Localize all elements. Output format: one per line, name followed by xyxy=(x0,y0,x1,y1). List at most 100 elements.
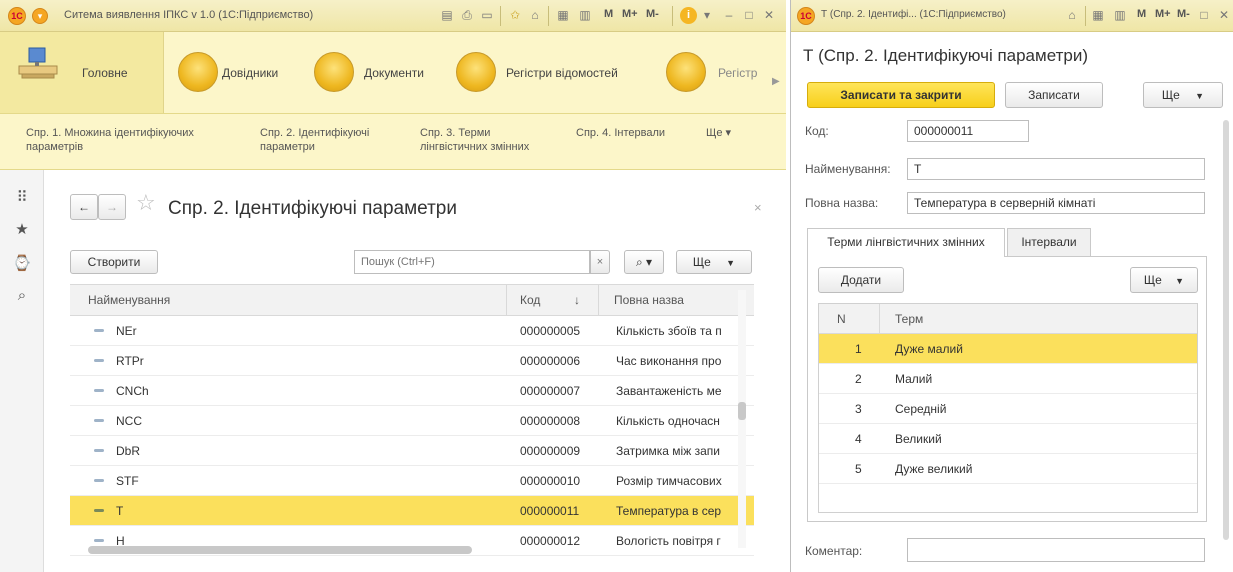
subnav-more-button[interactable]: Ще ▾ xyxy=(706,126,731,140)
column-header-name[interactable]: Найменування xyxy=(88,285,170,315)
terms-tab-panel: Додати Ще ▼ N Терм 1 Дуже малий 2 Малий … xyxy=(807,256,1207,522)
name-field[interactable]: T xyxy=(907,158,1205,180)
minimize-icon[interactable]: – xyxy=(720,6,738,24)
item-more-button[interactable]: Ще ▼ xyxy=(1143,82,1223,108)
search-options-button[interactable]: ⌕ ▾ xyxy=(624,250,664,274)
save-icon[interactable]: ▤ xyxy=(438,6,456,24)
subnav-item-terms[interactable]: Спр. 3. Терми лінгвістичних змінних xyxy=(420,126,529,154)
cell-full-name: Кількість одночасн xyxy=(616,414,720,428)
clear-search-button[interactable]: × xyxy=(590,250,610,274)
search-input[interactable] xyxy=(354,250,590,274)
cell-name: STF xyxy=(116,474,139,488)
cell-n: 1 xyxy=(855,342,862,356)
term-row[interactable]: 3 Середній xyxy=(819,394,1197,424)
subnav-item-identifying-sets[interactable]: Спр. 1. Множина ідентифікуючих параметрі… xyxy=(26,126,194,154)
save-button[interactable]: Записати xyxy=(1005,82,1103,108)
item-window: 1С Т (Спр. 2. Ідентифі... (1С:Підприємст… xyxy=(790,0,1233,572)
item-marker-icon xyxy=(94,509,104,512)
section-documents[interactable]: Документи xyxy=(310,48,440,98)
add-to-favorites-star-icon[interactable]: ☆ xyxy=(136,190,156,216)
code-field[interactable]: 000000011 xyxy=(907,120,1029,142)
term-row[interactable]: 2 Малий xyxy=(819,364,1197,394)
terms-more-button[interactable]: Ще ▼ xyxy=(1130,267,1198,293)
table-row[interactable]: NEr 000000005 Кількість збоїв та п xyxy=(70,316,754,346)
list-form: ← → ☆ Спр. 2. Ідентифікуючі параметри × … xyxy=(44,170,786,572)
subnav-panel: Спр. 1. Множина ідентифікуючих параметрі… xyxy=(0,114,786,170)
close-icon[interactable]: ✕ xyxy=(1215,6,1233,24)
back-button[interactable]: ← xyxy=(70,194,98,220)
memory-plus-button[interactable]: M+ xyxy=(1155,8,1171,20)
memory-m-button[interactable]: M xyxy=(1137,8,1146,20)
tab-terms[interactable]: Терми лінгвістичних змінних xyxy=(807,228,1005,257)
sections-scroll-right-icon[interactable]: ▶ xyxy=(772,76,780,87)
favorites-star-icon[interactable]: ✩ xyxy=(506,6,524,24)
close-icon[interactable]: ✕ xyxy=(760,6,778,24)
item-window-title: Т (Спр. 2. Ідентифі... (1С:Підприємство) xyxy=(821,9,1006,20)
sort-descending-icon[interactable]: ↓ xyxy=(574,285,580,315)
column-header-full-name[interactable]: Повна назва xyxy=(614,285,684,315)
maximize-icon[interactable]: □ xyxy=(1195,6,1213,24)
favorites-star-icon[interactable]: ★ xyxy=(12,220,32,240)
info-icon[interactable]: i xyxy=(680,7,697,24)
print-icon[interactable]: ⎙ xyxy=(458,6,476,24)
section-home[interactable]: Головне xyxy=(0,32,164,113)
calendar-icon[interactable]: ▥ xyxy=(1111,6,1129,24)
main-window-title: Ситема виявлення ІПКС v 1.0 (1С:Підприєм… xyxy=(64,9,314,21)
cell-full-name: Вологість повітря г xyxy=(616,534,721,548)
comment-field[interactable] xyxy=(907,538,1205,562)
subnav-item-identifying-params[interactable]: Спр. 2. Ідентифікуючі параметри xyxy=(260,126,369,154)
term-row-selected[interactable]: 1 Дуже малий xyxy=(819,334,1197,364)
more-actions-button[interactable]: Ще ▼ xyxy=(676,250,752,274)
memory-plus-button[interactable]: M+ xyxy=(622,8,638,20)
history-icon[interactable]: ⌂ xyxy=(526,6,544,24)
all-functions-grid-icon[interactable]: ⠿ xyxy=(12,188,32,208)
add-term-button[interactable]: Додати xyxy=(818,267,904,293)
table-row-selected[interactable]: T 000000011 Температура в сер xyxy=(70,496,754,526)
table-row[interactable]: CNCh 000000007 Завантаженість ме xyxy=(70,376,754,406)
history-icon[interactable]: ⌂ xyxy=(1063,6,1081,24)
chevron-down-icon: ▼ xyxy=(1195,91,1205,101)
maximize-icon[interactable]: □ xyxy=(740,6,758,24)
term-row[interactable]: 4 Великий xyxy=(819,424,1197,454)
horizontal-scrollbar-thumb[interactable] xyxy=(88,546,472,554)
column-separator xyxy=(598,285,599,315)
history-clock-icon[interactable]: ⌚ xyxy=(12,254,32,274)
section-registers[interactable]: Регістр xyxy=(660,48,780,98)
calculator-icon[interactable]: ▦ xyxy=(554,6,572,24)
vertical-scrollbar-thumb[interactable] xyxy=(738,402,746,420)
memory-m-button[interactable]: M xyxy=(604,8,613,20)
calendar-icon[interactable]: ▥ xyxy=(576,6,594,24)
calculator-icon[interactable]: ▦ xyxy=(1089,6,1107,24)
section-catalogs[interactable]: Довідники xyxy=(170,48,300,98)
section-info-registers[interactable]: Регістри відомостей xyxy=(456,48,652,98)
column-header-code[interactable]: Код xyxy=(520,285,540,315)
section-documents-icon xyxy=(314,52,354,92)
subnav-item-line: Спр. 3. Терми xyxy=(420,127,491,139)
column-header-term[interactable]: Терм xyxy=(895,304,923,334)
form-close-icon[interactable]: × xyxy=(754,200,762,215)
full-name-field[interactable]: Температура в серверній кімнаті xyxy=(907,192,1205,214)
search-icon: ⌕ ▾ xyxy=(635,255,653,269)
column-header-n[interactable]: N xyxy=(837,304,846,334)
table-row[interactable]: STF 000000010 Розмір тимчасових xyxy=(70,466,754,496)
subnav-item-intervals[interactable]: Спр. 4. Інтервали xyxy=(576,126,665,140)
save-and-close-button[interactable]: Записати та закрити xyxy=(807,82,995,108)
memory-minus-button[interactable]: M- xyxy=(1177,8,1190,20)
table-row[interactable]: DbR 000000009 Затримка між запи xyxy=(70,436,754,466)
vertical-scrollbar[interactable] xyxy=(738,290,746,548)
table-row[interactable]: NCC 000000008 Кількість одночасн xyxy=(70,406,754,436)
create-button[interactable]: Створити xyxy=(70,250,158,274)
memory-minus-button[interactable]: M- xyxy=(646,8,659,20)
forward-button[interactable]: → xyxy=(98,194,126,220)
search-icon[interactable]: ⌕ xyxy=(12,286,32,306)
preview-icon[interactable]: ▭ xyxy=(478,6,496,24)
main-titlebar: 1С ▾ Ситема виявлення ІПКС v 1.0 (1С:Під… xyxy=(0,0,786,32)
table-row[interactable]: RTPr 000000006 Час виконання про xyxy=(70,346,754,376)
cell-n: 2 xyxy=(855,372,862,386)
main-menu-icon[interactable]: ▾ xyxy=(32,8,48,24)
cell-n: 5 xyxy=(855,462,862,476)
tab-intervals[interactable]: Інтервали xyxy=(1007,228,1091,256)
dropdown-arrow-icon[interactable]: ▾ xyxy=(698,6,716,24)
term-row[interactable]: 5 Дуже великий xyxy=(819,454,1197,484)
item-vertical-scrollbar[interactable] xyxy=(1223,120,1229,540)
